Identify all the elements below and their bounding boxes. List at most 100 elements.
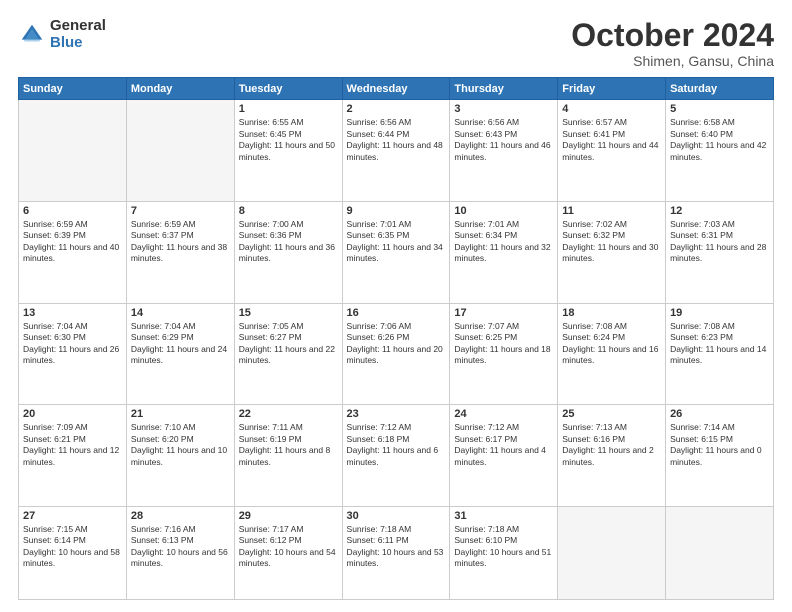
week-row: 1Sunrise: 6:55 AM Sunset: 6:45 PM Daylig…: [19, 100, 774, 202]
calendar-cell: [19, 100, 127, 202]
day-number: 4: [562, 103, 661, 115]
calendar-cell: 16 Sunrise: 7:06 AM Sunset: 6:26 PM Dayli…: [342, 303, 450, 405]
day-detail: Sunrise: 7:08 AM Sunset: 6:24 PM Dayligh…: [562, 321, 661, 367]
weekday-header: Friday: [558, 78, 666, 100]
logo-general: General: [50, 18, 106, 35]
week-row: 27 Sunrise: 7:15 AM Sunset: 6:14 PM Dayli…: [19, 506, 774, 599]
day-number: 16: [347, 307, 446, 319]
calendar-cell: [558, 506, 666, 599]
day-detail: Sunrise: 7:02 AM Sunset: 6:32 PM Dayligh…: [562, 219, 661, 265]
logo-text: General Blue: [50, 18, 106, 51]
calendar-cell: 17 Sunrise: 7:07 AM Sunset: 6:25 PM Dayli…: [450, 303, 558, 405]
calendar-cell: [666, 506, 774, 599]
day-number: 10: [454, 205, 553, 217]
calendar-cell: 3 Sunrise: 6:56 AM Sunset: 6:43 PM Daylig…: [450, 100, 558, 202]
day-number: 5: [670, 103, 769, 115]
day-number: 2: [347, 103, 446, 115]
calendar-cell: 24 Sunrise: 7:12 AM Sunset: 6:17 PM Dayli…: [450, 405, 558, 507]
day-detail: Sunrise: 7:05 AM Sunset: 6:27 PM Dayligh…: [239, 321, 338, 367]
day-detail: Sunrise: 6:59 AM Sunset: 6:37 PM Dayligh…: [131, 219, 230, 265]
day-detail: Sunrise: 7:09 AM Sunset: 6:21 PM Dayligh…: [23, 422, 122, 468]
calendar-cell: 31Sunrise: 7:18 AM Sunset: 6:10 PM Dayli…: [450, 506, 558, 599]
weekday-header: Thursday: [450, 78, 558, 100]
day-detail: Sunrise: 7:14 AM Sunset: 6:15 PM Dayligh…: [670, 422, 769, 468]
calendar-cell: 19 Sunrise: 7:08 AM Sunset: 6:23 PM Dayli…: [666, 303, 774, 405]
day-number: 19: [670, 307, 769, 319]
weekday-header: Saturday: [666, 78, 774, 100]
calendar-cell: 18 Sunrise: 7:08 AM Sunset: 6:24 PM Dayli…: [558, 303, 666, 405]
logo-blue: Blue: [50, 35, 106, 52]
header: General Blue October 2024 Shimen, Gansu,…: [18, 18, 774, 69]
day-detail: Sunrise: 7:00 AM Sunset: 6:36 PM Dayligh…: [239, 219, 338, 265]
day-detail: Sunrise: 6:57 AM Sunset: 6:41 PM Dayligh…: [562, 117, 661, 163]
calendar-cell: 5 Sunrise: 6:58 AM Sunset: 6:40 PM Daylig…: [666, 100, 774, 202]
day-number: 17: [454, 307, 553, 319]
day-detail: Sunrise: 7:04 AM Sunset: 6:29 PM Dayligh…: [131, 321, 230, 367]
day-detail: Sunrise: 7:08 AM Sunset: 6:23 PM Dayligh…: [670, 321, 769, 367]
calendar-cell: 27 Sunrise: 7:15 AM Sunset: 6:14 PM Dayli…: [19, 506, 127, 599]
calendar-cell: 22Sunrise: 7:11 AM Sunset: 6:19 PM Dayli…: [234, 405, 342, 507]
weekday-header: Sunday: [19, 78, 127, 100]
calendar-cell: 2 Sunrise: 6:56 AM Sunset: 6:44 PM Daylig…: [342, 100, 450, 202]
day-number: 9: [347, 205, 446, 217]
calendar-cell: 21 Sunrise: 7:10 AM Sunset: 6:20 PM Dayli…: [126, 405, 234, 507]
calendar-cell: 8 Sunrise: 7:00 AM Sunset: 6:36 PM Daylig…: [234, 201, 342, 303]
location: Shimen, Gansu, China: [571, 53, 774, 69]
day-number: 24: [454, 408, 553, 420]
title-block: October 2024 Shimen, Gansu, China: [571, 18, 774, 69]
calendar-cell: 30Sunrise: 7:18 AM Sunset: 6:11 PM Dayli…: [342, 506, 450, 599]
day-detail: Sunrise: 7:07 AM Sunset: 6:25 PM Dayligh…: [454, 321, 553, 367]
week-row: 13 Sunrise: 7:04 AM Sunset: 6:30 PM Dayli…: [19, 303, 774, 405]
day-detail: Sunrise: 6:56 AM Sunset: 6:44 PM Dayligh…: [347, 117, 446, 163]
logo: General Blue: [18, 18, 106, 51]
day-detail: Sunrise: 6:55 AM Sunset: 6:45 PM Dayligh…: [239, 117, 338, 163]
calendar-cell: 25Sunrise: 7:13 AM Sunset: 6:16 PM Dayli…: [558, 405, 666, 507]
page: General Blue October 2024 Shimen, Gansu,…: [0, 0, 792, 612]
day-detail: Sunrise: 7:12 AM Sunset: 6:18 PM Dayligh…: [347, 422, 446, 468]
day-number: 8: [239, 205, 338, 217]
day-detail: Sunrise: 7:15 AM Sunset: 6:14 PM Dayligh…: [23, 524, 122, 570]
day-number: 15: [239, 307, 338, 319]
day-number: 27: [23, 510, 122, 522]
day-number: 21: [131, 408, 230, 420]
day-detail: Sunrise: 6:59 AM Sunset: 6:39 PM Dayligh…: [23, 219, 122, 265]
calendar-cell: 29 Sunrise: 7:17 AM Sunset: 6:12 PM Dayli…: [234, 506, 342, 599]
day-detail: Sunrise: 6:56 AM Sunset: 6:43 PM Dayligh…: [454, 117, 553, 163]
calendar-cell: 11 Sunrise: 7:02 AM Sunset: 6:32 PM Dayli…: [558, 201, 666, 303]
day-detail: Sunrise: 7:11 AM Sunset: 6:19 PM Dayligh…: [239, 422, 338, 468]
day-detail: Sunrise: 7:13 AM Sunset: 6:16 PM Dayligh…: [562, 422, 661, 468]
week-row: 6Sunrise: 6:59 AM Sunset: 6:39 PM Daylig…: [19, 201, 774, 303]
calendar: SundayMondayTuesdayWednesdayThursdayFrid…: [18, 77, 774, 600]
calendar-cell: 28Sunrise: 7:16 AM Sunset: 6:13 PM Dayli…: [126, 506, 234, 599]
calendar-cell: 14Sunrise: 7:04 AM Sunset: 6:29 PM Dayli…: [126, 303, 234, 405]
day-detail: Sunrise: 7:04 AM Sunset: 6:30 PM Dayligh…: [23, 321, 122, 367]
calendar-cell: 12Sunrise: 7:03 AM Sunset: 6:31 PM Dayli…: [666, 201, 774, 303]
day-detail: Sunrise: 6:58 AM Sunset: 6:40 PM Dayligh…: [670, 117, 769, 163]
day-number: 3: [454, 103, 553, 115]
day-detail: Sunrise: 7:18 AM Sunset: 6:10 PM Dayligh…: [454, 524, 553, 570]
day-number: 11: [562, 205, 661, 217]
weekday-header-row: SundayMondayTuesdayWednesdayThursdayFrid…: [19, 78, 774, 100]
day-number: 18: [562, 307, 661, 319]
day-number: 29: [239, 510, 338, 522]
month-title: October 2024: [571, 18, 774, 53]
day-detail: Sunrise: 7:10 AM Sunset: 6:20 PM Dayligh…: [131, 422, 230, 468]
day-detail: Sunrise: 7:17 AM Sunset: 6:12 PM Dayligh…: [239, 524, 338, 570]
calendar-cell: 10 Sunrise: 7:01 AM Sunset: 6:34 PM Dayli…: [450, 201, 558, 303]
day-detail: Sunrise: 7:12 AM Sunset: 6:17 PM Dayligh…: [454, 422, 553, 468]
day-detail: Sunrise: 7:01 AM Sunset: 6:34 PM Dayligh…: [454, 219, 553, 265]
day-detail: Sunrise: 7:06 AM Sunset: 6:26 PM Dayligh…: [347, 321, 446, 367]
day-detail: Sunrise: 7:03 AM Sunset: 6:31 PM Dayligh…: [670, 219, 769, 265]
calendar-cell: 7Sunrise: 6:59 AM Sunset: 6:37 PM Daylig…: [126, 201, 234, 303]
calendar-cell: 1Sunrise: 6:55 AM Sunset: 6:45 PM Daylig…: [234, 100, 342, 202]
calendar-cell: 9 Sunrise: 7:01 AM Sunset: 6:35 PM Daylig…: [342, 201, 450, 303]
day-number: 20: [23, 408, 122, 420]
weekday-header: Wednesday: [342, 78, 450, 100]
calendar-cell: 13 Sunrise: 7:04 AM Sunset: 6:30 PM Dayli…: [19, 303, 127, 405]
day-number: 23: [347, 408, 446, 420]
day-detail: Sunrise: 7:01 AM Sunset: 6:35 PM Dayligh…: [347, 219, 446, 265]
week-row: 20 Sunrise: 7:09 AM Sunset: 6:21 PM Dayli…: [19, 405, 774, 507]
calendar-cell: 15 Sunrise: 7:05 AM Sunset: 6:27 PM Dayli…: [234, 303, 342, 405]
weekday-header: Monday: [126, 78, 234, 100]
day-number: 13: [23, 307, 122, 319]
